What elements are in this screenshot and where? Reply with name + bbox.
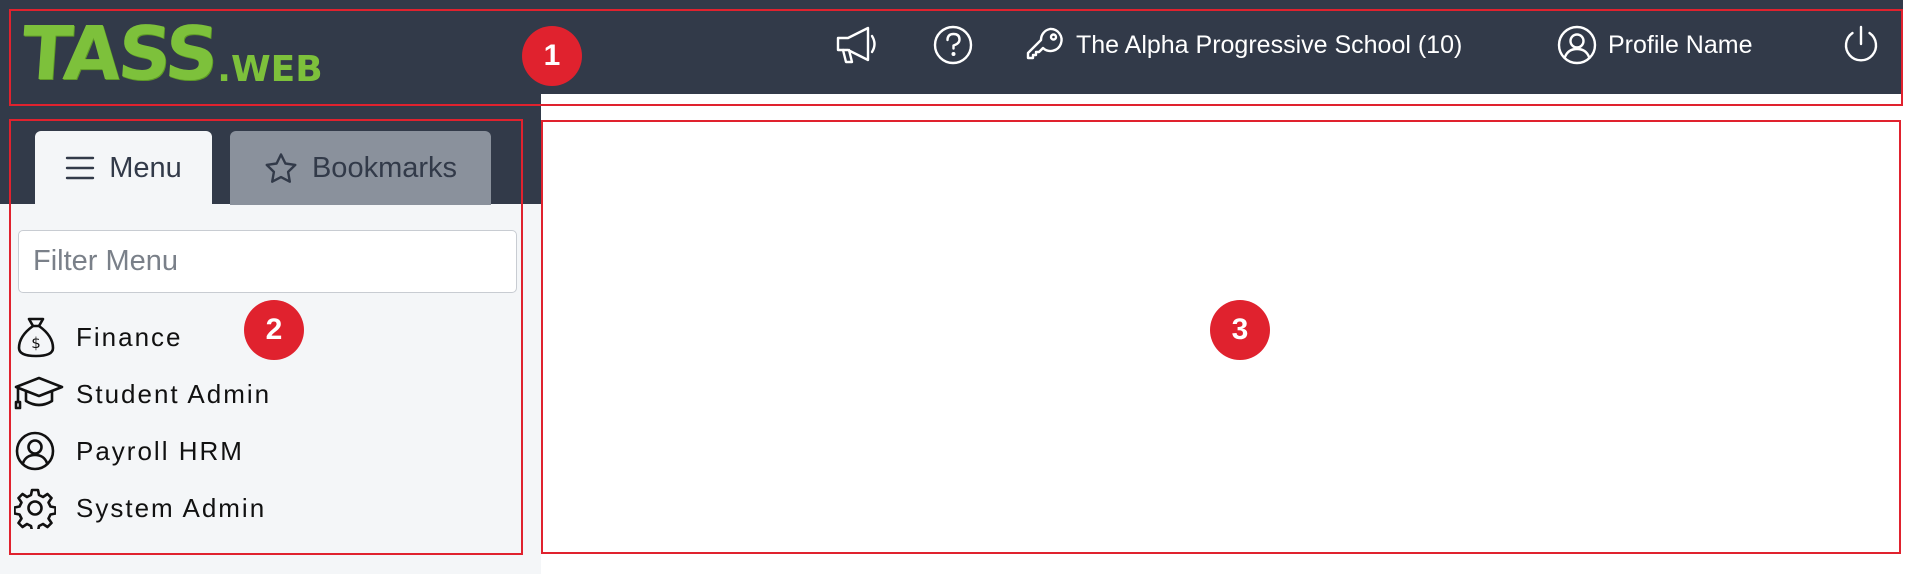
sidebar-item-label: System Admin <box>76 492 267 523</box>
logo-suffix: .WEB <box>217 49 323 90</box>
star-icon <box>265 153 297 183</box>
school-name: The Alpha Progressive School (10) <box>1076 30 1463 59</box>
tass-web-logo[interactable]: TASS .WEB <box>18 11 323 97</box>
logout-button[interactable] <box>1839 22 1883 68</box>
gear-icon <box>14 488 56 529</box>
sidebar-item-finance[interactable]: $ Finance <box>14 312 183 362</box>
sidebar-item-system-admin[interactable]: System Admin <box>14 483 266 533</box>
sidebar-item-student-admin[interactable]: Student Admin <box>14 369 271 419</box>
profile-menu[interactable]: Profile Name <box>1556 22 1753 68</box>
sidebar-item-payroll-hrm[interactable]: Payroll HRM <box>14 426 244 476</box>
user-circle-icon <box>15 431 55 471</box>
key-icon <box>1026 27 1063 60</box>
logo-text: TASS <box>18 11 219 97</box>
announcements-button[interactable] <box>834 22 882 68</box>
power-icon <box>1844 25 1878 62</box>
tass-web-app: TASS .WEB The Alpha Progressive School (… <box>0 0 1913 574</box>
profile-name: Profile Name <box>1608 30 1753 59</box>
tab-bookmarks[interactable]: Bookmarks <box>230 131 491 205</box>
tab-menu-label: Menu <box>109 151 182 184</box>
school-selector[interactable]: The Alpha Progressive School (10) <box>1024 22 1462 68</box>
sidebar-item-label: Payroll HRM <box>76 435 244 466</box>
annotation-badge-3: 3 <box>1210 300 1270 360</box>
sidebar-item-label: Student Admin <box>76 378 272 409</box>
page-edge <box>1903 0 1913 574</box>
svg-text:$: $ <box>31 334 41 352</box>
help-button[interactable] <box>932 22 974 68</box>
money-bag-icon: $ <box>17 317 55 358</box>
tab-menu[interactable]: Menu <box>35 131 212 205</box>
annotation-badge-1: 1 <box>522 26 582 86</box>
tab-bookmarks-label: Bookmarks <box>311 151 458 184</box>
graduation-cap-icon <box>14 376 64 410</box>
megaphone-icon <box>836 26 876 64</box>
hamburger-icon <box>66 156 95 180</box>
sidebar-item-label: Finance <box>76 321 183 352</box>
question-circle-icon <box>933 25 973 65</box>
filter-menu-input[interactable] <box>18 230 517 293</box>
annotation-badge-2: 2 <box>244 300 304 360</box>
user-circle-icon <box>1557 25 1597 65</box>
